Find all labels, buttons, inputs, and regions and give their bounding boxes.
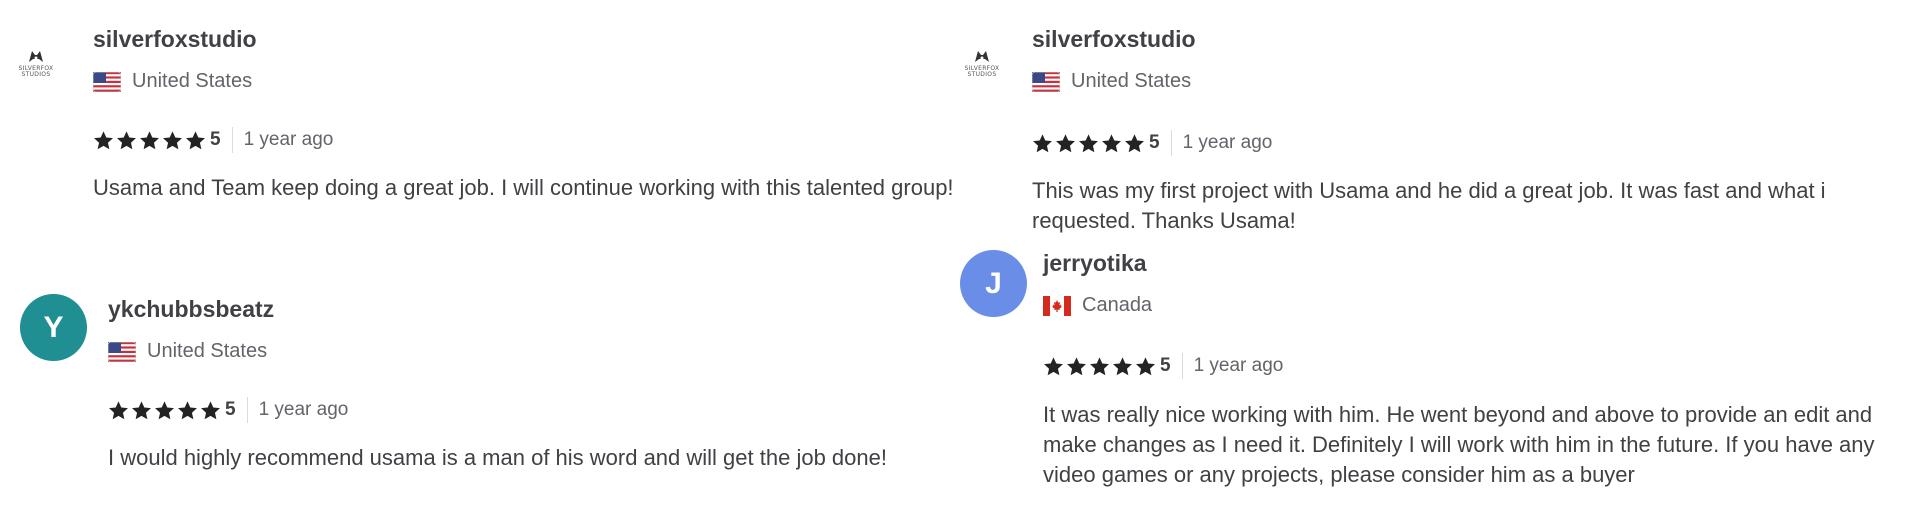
star-icon [1078,133,1099,154]
us-flag-icon [1032,72,1060,92]
star-icon [1135,356,1156,377]
star-icon [1043,356,1064,377]
star-icon [1089,356,1110,377]
country-name: Canada [1082,294,1153,316]
review-comment: Usama and Team keep doing a great job. I… [93,175,954,200]
star-icon [116,130,137,151]
review-time: 1 year ago [1182,132,1273,153]
review-time: 1 year ago [258,399,349,420]
star-rating [108,400,221,421]
star-rating [93,130,206,151]
reviewer-username[interactable]: ykchubbsbeatz [108,296,274,323]
review-comment: This was my first project with Usama and… [1032,178,1826,233]
star-icon [131,400,152,421]
star-icon [93,130,114,151]
avatar[interactable]: J [960,250,1027,317]
reviewer-username[interactable]: silverfoxstudio [93,26,257,53]
rating-score: 5 [1149,132,1160,153]
rating-row: 5 1 year ago [1043,353,1283,379]
star-icon [1032,133,1053,154]
star-rating [1043,356,1156,377]
fox-logo-icon [29,51,43,62]
review-card: J jerryotika Canada 5 1 year ago It was … [960,240,1920,505]
star-icon [185,130,206,151]
avatar[interactable]: SILVERFOX STUDIOS [960,40,1004,84]
star-rating [1032,133,1145,154]
avatar[interactable]: Y [20,294,87,361]
star-icon [154,400,175,421]
country-name: United States [132,70,253,92]
reviewer-country: United States [1032,70,1191,93]
star-icon [162,130,183,151]
country-name: United States [147,340,268,362]
star-icon [1055,133,1076,154]
review-comment: It was really nice working with him. He … [1043,402,1875,487]
star-icon [108,400,129,421]
rating-score: 5 [1160,355,1171,376]
review-time: 1 year ago [243,129,334,150]
rating-row: 5 1 year ago [1032,130,1272,156]
reviewer-country: United States [108,340,267,363]
star-icon [139,130,160,151]
star-icon [1112,356,1133,377]
rating-row: 5 1 year ago [93,127,333,153]
divider [246,397,248,423]
review-time: 1 year ago [1193,355,1284,376]
star-icon [177,400,198,421]
review-card: Y ykchubbsbeatz United States 5 1 year a… [0,280,960,505]
divider [231,127,233,153]
rating-row: 5 1 year ago [108,397,348,423]
logo-text: STUDIOS [21,71,51,78]
reviewer-username[interactable]: jerryotika [1043,250,1147,277]
logo-text: STUDIOS [967,71,997,78]
reviewer-username[interactable]: silverfoxstudio [1032,26,1196,53]
avatar-letter: J [985,266,1002,300]
country-name: United States [1071,70,1192,92]
rating-score: 5 [210,129,221,150]
divider [1170,130,1172,156]
avatar-letter: Y [43,310,64,344]
reviewer-country: Canada [1043,294,1152,317]
us-flag-icon [93,72,121,92]
us-flag-icon [108,342,136,362]
divider [1181,353,1183,379]
rating-score: 5 [225,399,236,420]
review-card: SILVERFOX STUDIOS silverfoxstudio United… [0,0,960,240]
reviewer-country: United States [93,70,252,93]
star-icon [1101,133,1122,154]
avatar[interactable]: SILVERFOX STUDIOS [14,40,58,84]
star-icon [200,400,221,421]
review-card: SILVERFOX STUDIOS silverfoxstudio United… [960,0,1920,240]
fox-logo-icon [975,51,989,62]
star-icon [1066,356,1087,377]
review-comment: I would highly recommend usama is a man … [108,445,887,470]
star-icon [1124,133,1145,154]
canada-flag-icon [1043,296,1071,316]
